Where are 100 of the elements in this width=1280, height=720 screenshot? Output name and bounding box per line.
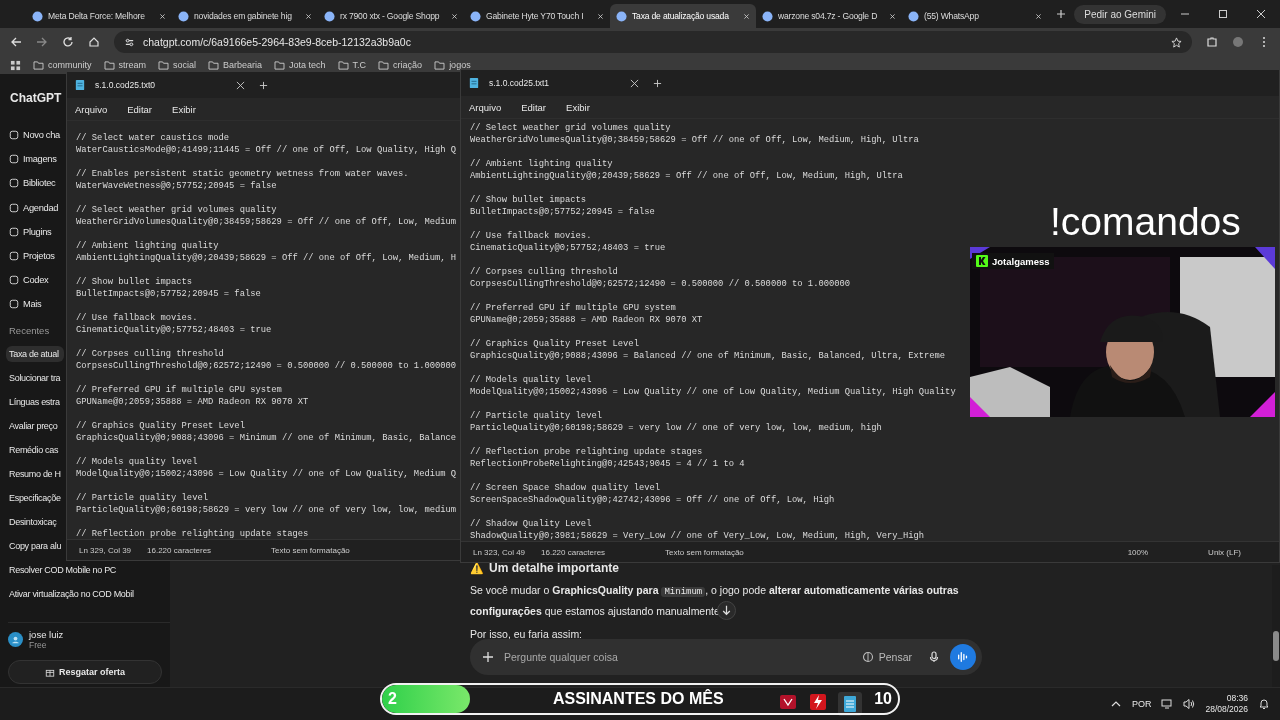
prompt-input[interactable]: Pergunte qualquer coisa Pensar	[470, 639, 982, 675]
reload-icon[interactable]	[62, 36, 74, 48]
sidebar-item[interactable]: Imagens	[6, 147, 57, 172]
close-icon[interactable]	[630, 78, 639, 88]
new-tab-icon[interactable]	[653, 78, 662, 88]
nav-icon	[9, 202, 19, 213]
close-icon[interactable]	[1256, 9, 1266, 19]
status-text: Texto sem formatação	[665, 547, 744, 557]
lightning-app-icon[interactable]	[808, 692, 828, 712]
menu-item[interactable]: Editar	[521, 101, 547, 113]
voice-mode-button[interactable]	[950, 644, 976, 670]
bookmark-folder[interactable]: stream	[103, 60, 147, 70]
document-tab[interactable]: s.1.0.cod25.txt1	[469, 77, 639, 89]
bookmark-star-icon[interactable]	[1171, 36, 1182, 48]
nav-icon	[9, 130, 19, 141]
close-icon[interactable]	[305, 12, 312, 20]
gemini-button[interactable]: Pedir ao Gemini	[1074, 4, 1166, 24]
new-tab-icon[interactable]	[1056, 9, 1066, 19]
bookmark-folder[interactable]: jogos	[434, 60, 471, 70]
code-line: ModelQuality@0;15002;43096 = Low Quality // one of Low Quality, Medium Q	[76, 468, 458, 480]
app-logo-text[interactable]: ChatGPT	[10, 91, 62, 105]
site-icon	[470, 10, 481, 22]
new-tab-icon[interactable]	[259, 80, 268, 90]
chat-history-item[interactable]: Taxa de atual	[6, 345, 64, 362]
sidebar-item[interactable]: Codex	[6, 268, 49, 293]
browser-tab[interactable]: Meta Delta Force: Melhore	[26, 4, 172, 28]
sidebar-item[interactable]: Bibliotec	[6, 171, 56, 196]
address-bar[interactable]: chatgpt.com/c/6a9166e5-2964-83e9-8ceb-12132a3b9a0c	[114, 31, 1192, 53]
comment-line: // Reflection probe relighting update stages	[76, 528, 310, 539]
chat-history-item[interactable]: Ativar virtualização no COD Mobil	[6, 585, 137, 602]
nav-icon	[9, 275, 19, 286]
sidebar-item[interactable]: Mais	[6, 292, 42, 317]
clock-date[interactable]: 28/08/2026	[1205, 704, 1248, 715]
close-icon[interactable]	[1035, 12, 1042, 20]
chat-history-item[interactable]: Remédio cas	[6, 441, 62, 458]
home-icon[interactable]	[88, 36, 100, 48]
chat-history-item[interactable]: Especificaçõe	[6, 489, 64, 506]
menu-item[interactable]: Editar	[127, 103, 153, 115]
clock-time[interactable]: 08:36	[1226, 693, 1248, 704]
browser-tab[interactable]: Gabinete Hyte Y70 Touch I	[464, 4, 610, 28]
chat-history-item[interactable]: Avaliar preço	[6, 417, 61, 434]
microphone-icon[interactable]	[928, 651, 940, 663]
close-icon[interactable]	[159, 12, 166, 20]
browser-tab[interactable]: Taxa de atualização usada	[610, 4, 756, 28]
goal-current: 2	[388, 690, 397, 708]
bookmark-folder[interactable]: T.C	[337, 60, 367, 70]
notepad-app-icon[interactable]	[838, 692, 862, 716]
menu-item[interactable]: Exibir	[566, 101, 590, 113]
sidebar-item[interactable]: Projetos	[6, 243, 55, 269]
menu-item[interactable]: Arquivo	[75, 103, 108, 115]
back-icon[interactable]	[10, 36, 22, 48]
chat-history-item[interactable]: Desintoxicaç	[6, 513, 60, 530]
avatar-icon[interactable]	[8, 631, 23, 647]
forward-icon[interactable]	[36, 36, 48, 48]
browser-tab[interactable]: (55) WhatsApp	[902, 4, 1048, 28]
browser-tab[interactable]: novidades em gabinete hig	[172, 4, 318, 28]
chat-history-item[interactable]: Línguas estra	[6, 393, 63, 410]
notification-bell-icon[interactable]	[1258, 698, 1270, 710]
scrollbar[interactable]	[1272, 565, 1280, 687]
sidebar-item[interactable]: Agendad	[6, 195, 59, 220]
think-button[interactable]: Pensar	[855, 650, 918, 664]
bookmark-folder[interactable]: Jota tech	[274, 60, 326, 70]
menu-item[interactable]: Exibir	[172, 103, 196, 115]
close-icon[interactable]	[451, 12, 458, 20]
apps-icon[interactable]	[10, 59, 21, 71]
document-tab[interactable]: s.1.0.cod25.txt0	[75, 79, 245, 91]
close-icon[interactable]	[743, 12, 750, 20]
chat-history-item[interactable]: Solucionar tra	[6, 369, 64, 386]
close-icon[interactable]	[597, 12, 604, 20]
menu-item[interactable]: Arquivo	[469, 101, 502, 113]
sidebar-item[interactable]: Plugins	[6, 219, 52, 244]
network-icon[interactable]	[1161, 698, 1174, 710]
code-line: CorpsesCullingThreshold@0;62572;12490 = 0.500000 // 0.500000 to 1.000000	[470, 278, 852, 290]
site-icon	[762, 10, 773, 22]
scroll-down-button[interactable]	[717, 601, 736, 620]
bookmark-folder[interactable]: community	[33, 60, 92, 70]
chat-history-item[interactable]: Copy para alu	[6, 537, 65, 554]
status-text: 100%	[1127, 547, 1149, 557]
volume-icon[interactable]	[1183, 698, 1196, 710]
close-icon[interactable]	[889, 12, 896, 20]
app-icon[interactable]	[778, 692, 798, 712]
bookmark-folder[interactable]: Barbearia	[208, 60, 263, 70]
add-icon[interactable]	[482, 651, 494, 663]
offer-button[interactable]: Resgatar oferta	[8, 659, 162, 684]
bookmark-folder[interactable]: social	[158, 60, 197, 70]
close-icon[interactable]	[236, 80, 245, 90]
bookmark-folder[interactable]: criação	[378, 60, 423, 70]
browser-tab[interactable]: rx 7900 xtx - Google Shopp	[318, 4, 464, 28]
code-line: AmbientLightingQuality@0;20439;58629 = Off // one of Off, Low, Medium, H	[76, 252, 458, 264]
chat-history-item[interactable]: Resumo de H	[6, 465, 64, 482]
maximize-icon[interactable]	[1218, 9, 1228, 19]
comment-line: // Use fallback movies.	[76, 312, 199, 324]
extensions-icon[interactable]	[1206, 36, 1218, 48]
browser-tab[interactable]: warzone s04.7z - Google D	[756, 4, 902, 28]
profile-icon[interactable]	[1232, 36, 1244, 48]
chat-history-item[interactable]: Resolver COD Mobile no PC	[6, 561, 120, 578]
site-settings-icon[interactable]	[124, 36, 135, 48]
language-indicator[interactable]: POR	[1131, 699, 1152, 709]
sidebar-item[interactable]: Novo cha	[6, 123, 60, 148]
nav-icon	[9, 251, 19, 262]
